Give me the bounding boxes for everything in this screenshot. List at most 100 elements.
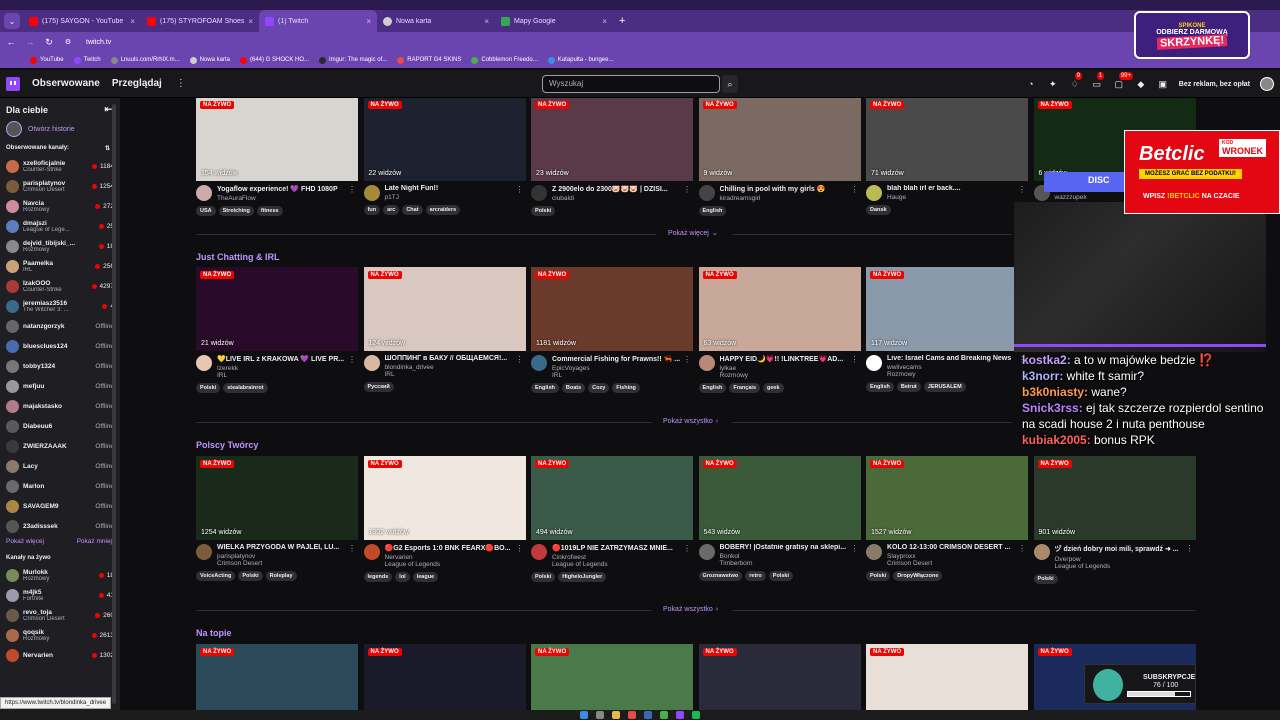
bookmark-item[interactable]: Imgur: The magic of... xyxy=(319,56,387,64)
notifications-icon[interactable]: ♢ 9 xyxy=(1069,72,1083,90)
stream-card[interactable]: NA ŻYWO 1527 widzów KOLO 12-13:00 CRIMSON … xyxy=(866,456,1028,581)
stream-tag[interactable]: Polski xyxy=(1033,574,1058,584)
show-all-row2[interactable]: Pokaż wszystko › xyxy=(663,418,718,425)
section-title-polscy-tworcy[interactable]: Polscy Twórcy xyxy=(196,440,258,450)
stream-thumbnail[interactable]: NA ŻYWO 543 widzów xyxy=(698,456,861,540)
stream-tag[interactable]: VoiceActing xyxy=(196,571,236,581)
stream-card[interactable]: NA ŻYWO 117 widzów Live: Israel Cams and B… xyxy=(866,267,1028,392)
stream-tag[interactable]: English xyxy=(866,382,894,392)
stream-tag[interactable]: Polski xyxy=(238,571,263,581)
channel-name[interactable]: parisplatynov xyxy=(217,553,358,560)
channel-avatar[interactable] xyxy=(363,185,380,201)
sidebar-channel-item[interactable]: IzakOOO Counter-Strike 4297 xyxy=(0,276,120,296)
stream-category[interactable]: Crimson Desert xyxy=(217,560,358,567)
collapse-sidebar-icon[interactable]: ⇤ xyxy=(104,104,112,115)
channel-avatar[interactable] xyxy=(698,185,715,201)
stream-category[interactable]: League of Legends xyxy=(385,561,526,568)
stream-thumbnail[interactable]: NA ŻYWO xyxy=(698,644,861,710)
more-options-icon[interactable]: ⋮ xyxy=(348,185,356,194)
stream-category[interactable]: League of Legends xyxy=(1055,563,1196,570)
show-more-link[interactable]: Pokaż więcej xyxy=(6,538,44,545)
stream-tag[interactable]: arcraiders xyxy=(425,205,461,215)
sort-icon[interactable]: ⇅ xyxy=(105,145,110,152)
sidebar-channel-item[interactable]: Diabeuu6 Offline xyxy=(0,416,120,436)
channel-avatar[interactable] xyxy=(698,544,715,560)
stream-tag[interactable]: Chat xyxy=(402,205,423,215)
browser-tab[interactable]: (175) STYROFOAM Shoes for S× xyxy=(141,10,259,32)
stream-card[interactable]: NA ŻYWO 124 widzów ШОППИНГ в БАКУ // ОБЩАЕ… xyxy=(363,267,526,392)
stream-card[interactable]: NA ŻYWO 23 widzów Z 2900elo do 2300🐷🐷🐷 | D… xyxy=(531,98,693,216)
sidebar-channel-item[interactable]: Nervarien 1302 xyxy=(0,645,120,665)
more-options-icon[interactable]: ⋮ xyxy=(348,355,356,364)
channel-name[interactable]: TheAuraFlow xyxy=(217,195,358,202)
channel-avatar[interactable] xyxy=(698,355,715,371)
more-options-icon[interactable]: ⋮ xyxy=(851,544,859,553)
sidebar-channel-item[interactable]: dejvid_tibijski_... Rozmowy 18 xyxy=(0,236,120,256)
back-icon[interactable]: ← xyxy=(6,37,16,47)
sidebar-channel-item[interactable]: Murlokk Rozmowy 18 xyxy=(0,565,120,585)
bookmark-item[interactable]: Katapulta - bungee... xyxy=(547,56,613,64)
stream-title[interactable]: WIELKA PRZYGODA W PAJLEI, LU... xyxy=(217,544,358,551)
stream-tag[interactable]: Stretching xyxy=(218,206,254,216)
more-options-icon[interactable]: ⋮ xyxy=(516,185,524,194)
stream-category[interactable]: IRL xyxy=(385,371,526,378)
sidebar-channel-item[interactable]: natanzgorzyk Offline xyxy=(0,316,120,336)
stream-tag[interactable]: English xyxy=(698,383,727,393)
show-more-row1[interactable]: Pokaż więcej ⌄ xyxy=(668,229,718,238)
more-options-icon[interactable]: ⋮ xyxy=(348,544,356,553)
more-options-icon[interactable]: ⋮ xyxy=(851,355,859,364)
promo-banner[interactable]: SPIKONE ODBIERZ DARMOWĄ SKRZYNKĘ! xyxy=(1134,11,1250,59)
sidebar-channel-item[interactable]: bluesclues124 Offline xyxy=(0,336,120,356)
more-options-icon[interactable]: ⋮ xyxy=(516,544,524,553)
browser-icon[interactable] xyxy=(676,711,684,719)
bookmark-item[interactable]: YouTube xyxy=(30,56,64,64)
stream-title[interactable]: 🔴1019LP NIE ZATRZYMASZ MNIE... xyxy=(552,544,693,552)
stream-tag[interactable]: fitness xyxy=(256,206,283,216)
more-options-icon[interactable]: ⋮ xyxy=(1186,544,1194,553)
show-all-row3[interactable]: Pokaż wszystko › xyxy=(663,606,718,613)
stream-category[interactable]: League of Legends xyxy=(552,561,693,568)
stream-card[interactable]: NA ŻYWO xyxy=(698,644,861,710)
stream-tag[interactable]: Dansk xyxy=(866,205,891,215)
close-icon[interactable]: × xyxy=(130,17,135,26)
stream-tag[interactable]: English xyxy=(698,206,727,216)
stream-thumbnail[interactable]: NA ŻYWO xyxy=(363,644,526,710)
crown-icon[interactable]: ◔ xyxy=(1025,78,1037,90)
sidebar-channel-item[interactable]: qoqsik Rozmowy 2613 xyxy=(0,625,120,645)
sidebar-channel-item[interactable]: ZWIERZAAAK Offline xyxy=(0,436,120,456)
twitch-logo-icon[interactable] xyxy=(6,76,20,91)
channel-name[interactable]: blondinka_drivee xyxy=(385,364,526,371)
more-options-icon[interactable]: ⋮ xyxy=(1018,185,1026,194)
search-taskbar-icon[interactable] xyxy=(596,711,604,719)
stream-thumbnail[interactable]: NA ŻYWO 9 widzów xyxy=(698,98,861,181)
channel-avatar[interactable] xyxy=(866,355,882,371)
stream-thumbnail[interactable]: NA ŻYWO 901 widzów xyxy=(1033,456,1196,540)
stream-title[interactable]: HAPPY EID🌙💗!! !LINKTREE💗AD... xyxy=(720,355,861,363)
chrome-icon[interactable] xyxy=(660,711,668,719)
channel-avatar[interactable] xyxy=(866,544,882,560)
stream-thumbnail[interactable]: NA ŻYWO 1254 widzów xyxy=(196,456,358,540)
app-icon[interactable] xyxy=(628,711,636,719)
show-less-link[interactable]: Pokaż mniej xyxy=(77,538,112,545)
stream-tag[interactable]: lol xyxy=(395,572,410,582)
more-options-icon[interactable]: ⋮ xyxy=(516,355,524,364)
channel-name[interactable]: Hauge xyxy=(887,194,1028,201)
more-options-icon[interactable]: ⋮ xyxy=(851,185,859,194)
channel-avatar[interactable] xyxy=(531,185,547,201)
section-title-just-chatting[interactable]: Just Chatting & IRL xyxy=(196,252,280,262)
stream-title[interactable]: Late Night Fun!! xyxy=(385,185,526,192)
stream-card[interactable]: NA ŻYWO 21 widzów 💛LIVE IRL z KRAKOWA 💜 LI… xyxy=(196,267,358,393)
site-info-icon[interactable]: ⚙ xyxy=(63,38,73,46)
stream-card[interactable]: NA ŻYWO 154 widzów Yogaflow experience! 💜 … xyxy=(196,98,358,216)
stream-title[interactable]: Commercial Fishing for Prawns!! 🦐 ... xyxy=(552,355,693,363)
channel-name[interactable]: Izerekk xyxy=(217,365,358,372)
stream-tag[interactable]: Polski xyxy=(531,206,556,216)
channel-name[interactable]: Cinkrofwest xyxy=(552,554,693,561)
more-options-icon[interactable]: ⋮ xyxy=(683,544,691,553)
stream-tag[interactable]: DropyWłączone xyxy=(893,571,943,581)
sidebar-channel-item[interactable]: revo_toja Crimson Desert 260 xyxy=(0,605,120,625)
channel-avatar[interactable] xyxy=(531,355,547,371)
channel-avatar[interactable] xyxy=(363,355,380,371)
forward-icon[interactable]: → xyxy=(25,37,35,47)
stream-card[interactable]: NA ŻYWO 494 widzów 🔴1019LP NIE ZATRZYMASZ … xyxy=(531,456,693,582)
